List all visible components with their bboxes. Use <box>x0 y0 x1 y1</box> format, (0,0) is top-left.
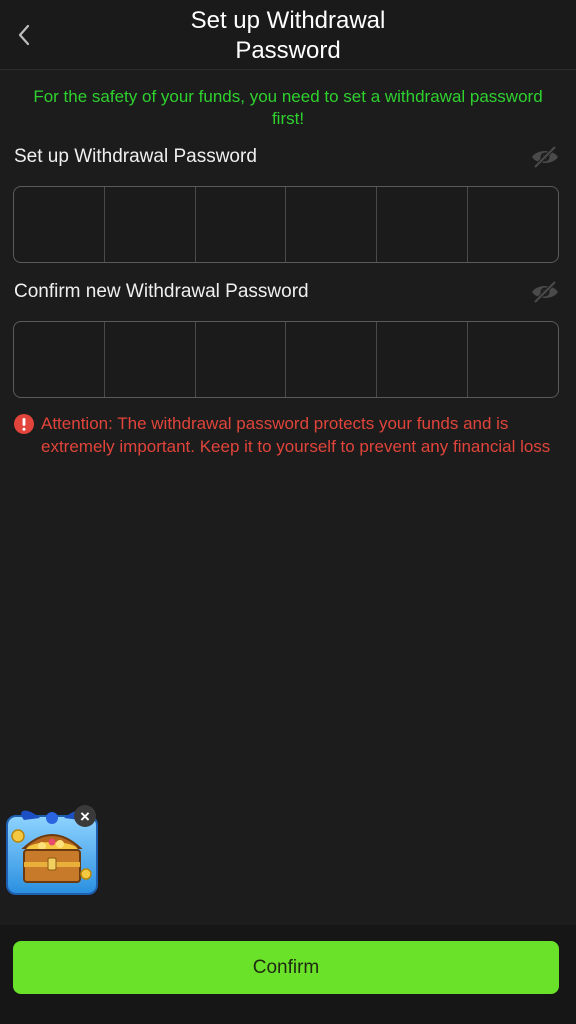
pin-digit-4[interactable] <box>286 187 378 262</box>
pin-digit-4[interactable] <box>286 322 378 397</box>
eye-off-icon[interactable] <box>530 280 560 304</box>
pin-digit-5[interactable] <box>377 187 469 262</box>
pin-digit-1[interactable] <box>14 322 105 397</box>
pin-digit-2[interactable] <box>105 322 196 397</box>
eye-off-icon[interactable] <box>530 145 560 169</box>
safety-notice: For the safety of your funds, you need t… <box>33 87 543 128</box>
pin-digit-6[interactable] <box>468 322 558 397</box>
confirm-password-label: Confirm new Withdrawal Password <box>14 281 309 302</box>
page-title: Set up Withdrawal Password <box>190 7 386 64</box>
withdrawal-password-label: Set up Withdrawal Password <box>14 146 257 167</box>
withdrawal-password-input[interactable] <box>13 186 559 263</box>
top-bar: Set up Withdrawal Password <box>0 0 576 70</box>
confirm-button[interactable]: Confirm <box>13 941 559 994</box>
exclamation-circle-icon <box>14 414 34 434</box>
attention-text: Attention: The withdrawal password prote… <box>41 414 551 456</box>
pin-digit-6[interactable] <box>468 187 558 262</box>
confirm-password-input[interactable] <box>13 321 559 398</box>
attention-message: Attention: The withdrawal password prote… <box>14 413 562 458</box>
pin-digit-3[interactable] <box>196 322 287 397</box>
pin-digit-5[interactable] <box>377 322 469 397</box>
pin-digit-1[interactable] <box>14 187 105 262</box>
pin-digit-3[interactable] <box>196 187 287 262</box>
pin-digit-2[interactable] <box>105 187 196 262</box>
close-icon[interactable]: × <box>74 805 96 827</box>
chevron-left-icon <box>18 24 30 46</box>
back-button[interactable] <box>10 20 38 50</box>
